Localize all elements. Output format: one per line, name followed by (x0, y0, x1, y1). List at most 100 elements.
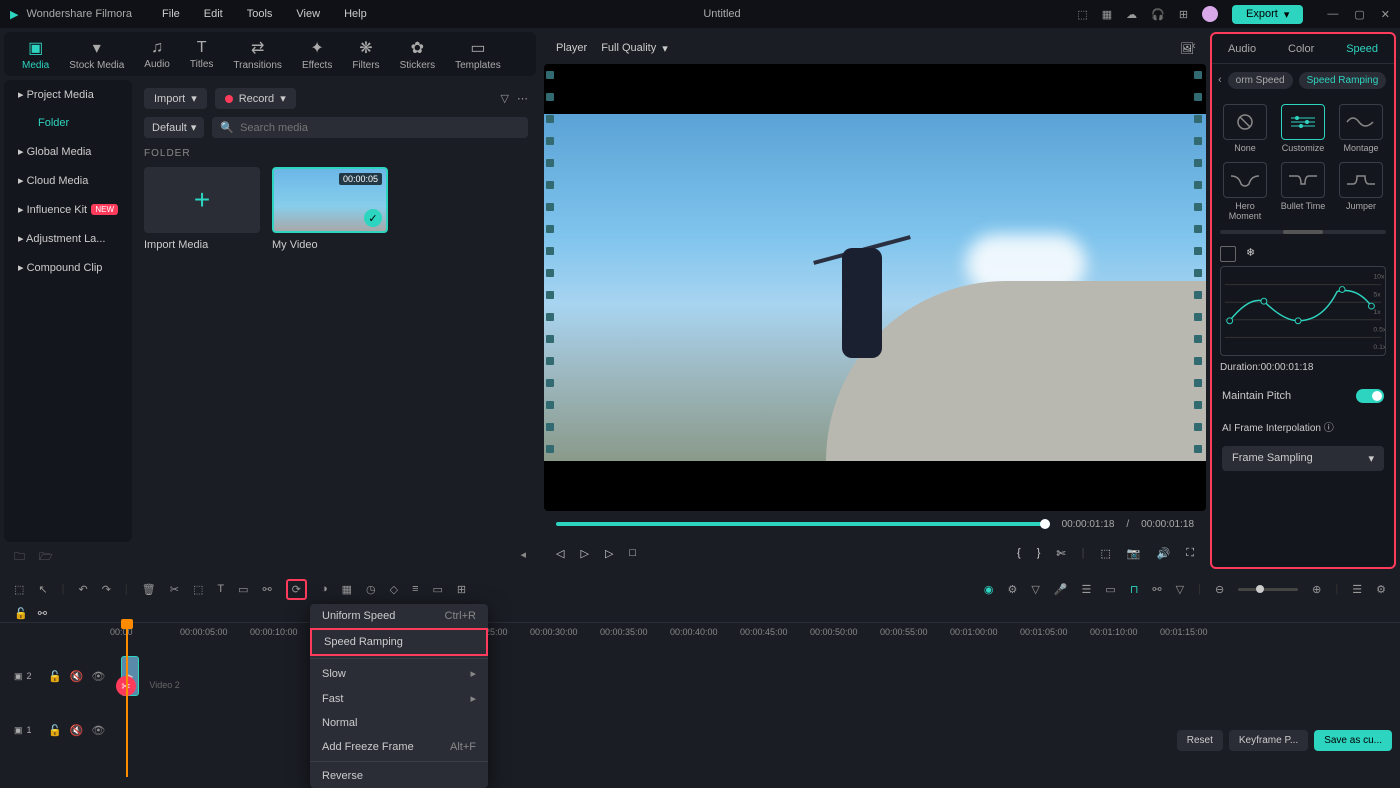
menu-view[interactable]: View (296, 8, 320, 20)
sidebar-item-project-media[interactable]: ▸ Project Media (4, 80, 132, 109)
sort-select[interactable]: Default ▾ (144, 117, 204, 138)
ai-icon[interactable]: ◉ (984, 583, 994, 596)
preset-hero-moment[interactable]: Hero Moment (1220, 162, 1270, 222)
track-lock-icon[interactable]: 🔓 (48, 670, 62, 683)
track-mute-icon[interactable]: 🔇 (70, 724, 84, 737)
menu-file[interactable]: File (162, 8, 180, 20)
preset-none[interactable]: None (1220, 104, 1270, 154)
maximize-icon[interactable]: ▢ (1354, 8, 1364, 21)
ctx-slow[interactable]: Slow▸ (310, 661, 488, 686)
menu-help[interactable]: Help (344, 8, 367, 20)
track-icon[interactable]: ≡ (412, 583, 418, 595)
zoom-out-icon[interactable]: ⊖ (1215, 583, 1224, 596)
timeline-link-icon[interactable]: ⚯ (38, 607, 47, 620)
menu-tools[interactable]: Tools (247, 8, 273, 20)
sidebar-item-compound-clip[interactable]: ▸ Compound Clip (4, 253, 132, 282)
keyframe-add-icon[interactable] (1220, 246, 1236, 262)
record-button[interactable]: Record ▾ (215, 88, 296, 109)
minimize-icon[interactable]: — (1327, 8, 1338, 21)
prev-frame-icon[interactable]: ◁ (556, 547, 564, 560)
mic-icon[interactable]: 🎤 (1054, 583, 1068, 596)
cursor-icon[interactable]: ⬚ (14, 583, 24, 596)
speed-ramp-graph[interactable]: 10x 5x 1x 0.5x 0.1x (1220, 266, 1386, 356)
tab-stock-media[interactable]: ▾Stock Media (59, 36, 134, 73)
magnet-icon[interactable]: ⊓ (1130, 583, 1139, 596)
ctx-add-freeze-frame[interactable]: Add Freeze FrameAlt+F (310, 735, 488, 759)
frame-sampling-select[interactable]: Frame Sampling ▾ (1222, 446, 1384, 471)
mask-icon[interactable]: ▭ (433, 583, 443, 596)
chevron-left-icon[interactable]: ‹ (1218, 74, 1222, 86)
redo-icon[interactable]: ↷ (102, 583, 111, 596)
tab-media[interactable]: ▣Media (12, 36, 59, 73)
maintain-pitch-toggle[interactable] (1356, 389, 1384, 403)
preset-jumper[interactable]: Jumper (1336, 162, 1386, 222)
track-mute-icon[interactable]: 🔇 (70, 670, 84, 683)
sidebar-item-global-media[interactable]: ▸ Global Media (4, 137, 132, 166)
track-visibility-icon[interactable]: 👁 (91, 670, 105, 683)
tab-effects[interactable]: ✦Effects (292, 36, 342, 73)
tab-audio-panel[interactable]: Audio (1220, 43, 1264, 55)
gear-icon[interactable]: ⚙ (1007, 583, 1017, 596)
text-icon[interactable]: T (217, 583, 224, 595)
stop-icon[interactable]: □ (629, 547, 636, 559)
track-visibility-icon[interactable]: 👁 (91, 724, 105, 737)
bracket-close-icon[interactable]: } (1037, 547, 1041, 559)
group-icon[interactable]: ⊞ (457, 583, 466, 596)
tab-filters[interactable]: ❋Filters (342, 36, 389, 73)
bracket-open-icon[interactable]: { (1017, 547, 1021, 559)
panel-back-icon[interactable]: ‹ (1192, 40, 1196, 52)
preset-montage[interactable]: Montage (1336, 104, 1386, 154)
frame-icon[interactable]: ▭ (238, 583, 248, 596)
cut-icon[interactable]: ✂ (170, 583, 179, 596)
image-icon[interactable]: ▦ (1102, 8, 1112, 21)
render-icon[interactable]: ▭ (1105, 583, 1115, 596)
link-icon[interactable]: ⚯ (263, 583, 272, 596)
ctx-speed-ramping[interactable]: Speed Ramping (310, 628, 488, 656)
delete-icon[interactable]: 🗑 (142, 583, 156, 596)
search-field[interactable] (240, 122, 520, 134)
quality-select[interactable]: Full Quality ▾ (601, 42, 668, 55)
marker-icon[interactable]: ▽ (1031, 583, 1039, 596)
sidebar-item-cloud-media[interactable]: ▸ Cloud Media (4, 166, 132, 195)
tab-stickers[interactable]: ✿Stickers (390, 36, 446, 73)
ruler[interactable]: 00:0000:00:05:0000:00:10:0000:00:15:0000… (110, 623, 1290, 646)
headphone-icon[interactable]: 🎧 (1151, 8, 1165, 21)
crop-icon[interactable]: ⬚ (193, 583, 203, 596)
zoom-in-icon[interactable]: ⊕ (1312, 583, 1321, 596)
scissors-icon[interactable]: ✄ (1056, 547, 1065, 560)
import-button[interactable]: Import ▾ (144, 88, 207, 109)
tab-audio[interactable]: ♫Audio (134, 37, 180, 72)
timeline-lock-icon[interactable]: 🔓 (14, 607, 28, 620)
tab-speed-panel[interactable]: Speed (1338, 43, 1386, 55)
speed-icon[interactable]: ⟳ (286, 579, 307, 600)
media-clip-my-video[interactable]: 00:00:05 ✓ My Video (272, 167, 388, 251)
playhead[interactable] (126, 623, 128, 777)
export-button[interactable]: Export ▾ (1232, 5, 1303, 24)
ctx-uniform-speed[interactable]: Uniform SpeedCtrl+R (310, 604, 488, 628)
track-video-2[interactable]: ▣2 🔓 🔇 👁 ▶ Video 2 (14, 652, 1400, 700)
player-select[interactable]: Player (556, 42, 587, 54)
ctx-reverse[interactable]: Reverse (310, 764, 488, 788)
tab-transitions[interactable]: ⇄Transitions (223, 36, 292, 73)
search-input[interactable]: 🔍 (212, 117, 528, 138)
tab-color-panel[interactable]: Color (1280, 43, 1322, 55)
tab-templates[interactable]: ▭Templates (445, 36, 511, 73)
reset-button[interactable]: Reset (1177, 730, 1223, 751)
select-icon[interactable]: ↖ (38, 583, 47, 596)
play-icon[interactable]: ▷ (605, 547, 613, 560)
fullscreen-icon[interactable]: ⛶ (1186, 547, 1194, 560)
preset-bullet-time[interactable]: Bullet Time (1278, 162, 1328, 222)
link-tl-icon[interactable]: ⚯ (1152, 583, 1161, 596)
cloud-icon[interactable]: ☁ (1126, 8, 1137, 21)
filter-icon[interactable]: ▽ (501, 92, 509, 105)
volume-icon[interactable]: 🔊 (1157, 547, 1171, 560)
ctx-fast[interactable]: Fast▸ (310, 686, 488, 711)
sidebar-item-adjustment-layer[interactable]: ▸ Adjustment La... (4, 224, 132, 253)
display-icon[interactable]: ⬚ (1100, 547, 1110, 560)
info-icon[interactable]: ⓘ (1324, 423, 1334, 434)
snap-icon[interactable]: ▽ (1176, 583, 1184, 596)
video-preview[interactable] (544, 64, 1206, 511)
play-pause-icon[interactable]: ▷ (580, 547, 588, 560)
preset-customize[interactable]: Customize (1278, 104, 1328, 154)
undo-icon[interactable]: ↶ (78, 583, 87, 596)
